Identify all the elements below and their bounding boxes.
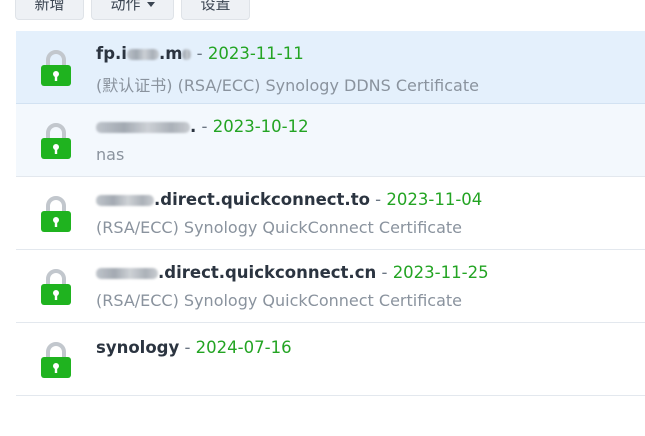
certificate-row[interactable]: .direct.quickconnect.to - 2023-11-04 (RS… <box>16 177 645 250</box>
lock-icon <box>41 50 71 86</box>
redacted-text <box>96 122 190 133</box>
caret-down-icon <box>146 2 155 7</box>
certificate-description: (RSA/ECC) Synology QuickConnect Certific… <box>96 291 463 310</box>
add-button[interactable]: 新增 <box>15 0 84 20</box>
certificate-date: 2024-07-16 <box>195 338 292 357</box>
redacted-text <box>126 49 159 60</box>
certificate-name: .direct.quickconnect.cn <box>96 263 376 282</box>
certificate-name: fp.i .m <box>96 44 192 63</box>
certificate-date: 2023-11-11 <box>207 44 304 63</box>
certificate-row[interactable]: fp.i .m - 2023-11-11 (默认证书) (RSA/ECC) Syn… <box>16 31 645 104</box>
certificate-row[interactable]: . - 2023-10-12 nas <box>16 104 645 177</box>
certificate-name: . <box>96 117 196 136</box>
lock-icon <box>41 123 71 159</box>
certificate-title: synology - 2024-07-16 <box>96 338 292 357</box>
certificate-title: fp.i .m - 2023-11-11 <box>96 44 304 63</box>
certificate-row[interactable]: .direct.quickconnect.cn - 2023-11-25 (RS… <box>16 250 645 323</box>
lock-icon <box>41 196 71 232</box>
certificate-date: 2023-10-12 <box>212 117 309 136</box>
certificate-date: 2023-11-25 <box>392 263 489 282</box>
action-dropdown-button[interactable]: 动作 <box>91 0 174 20</box>
certificate-name: .direct.quickconnect.to <box>96 190 370 209</box>
certificate-date: 2023-11-04 <box>386 190 483 209</box>
toolbar: 新增 动作 设置 <box>0 0 645 20</box>
redacted-text <box>96 268 158 279</box>
lock-icon <box>41 269 71 305</box>
lock-icon <box>41 342 71 378</box>
certificate-title: .direct.quickconnect.cn - 2023-11-25 <box>96 263 489 282</box>
certificate-title: . - 2023-10-12 <box>96 117 309 136</box>
action-label: 动作 <box>110 0 141 13</box>
certificate-description: (默认证书) (RSA/ECC) Synology DDNS Certifica… <box>96 76 479 95</box>
certificate-title: .direct.quickconnect.to - 2023-11-04 <box>96 190 482 209</box>
certificate-row[interactable]: synology - 2024-07-16 <box>16 323 645 396</box>
settings-button[interactable]: 设置 <box>181 0 250 20</box>
certificate-name: synology <box>96 338 180 357</box>
certificate-list: fp.i .m - 2023-11-11 (默认证书) (RSA/ECC) Syn… <box>16 31 645 396</box>
redacted-text <box>96 195 154 206</box>
certificate-description: (RSA/ECC) Synology QuickConnect Certific… <box>96 218 463 237</box>
certificate-description: nas <box>96 145 125 164</box>
